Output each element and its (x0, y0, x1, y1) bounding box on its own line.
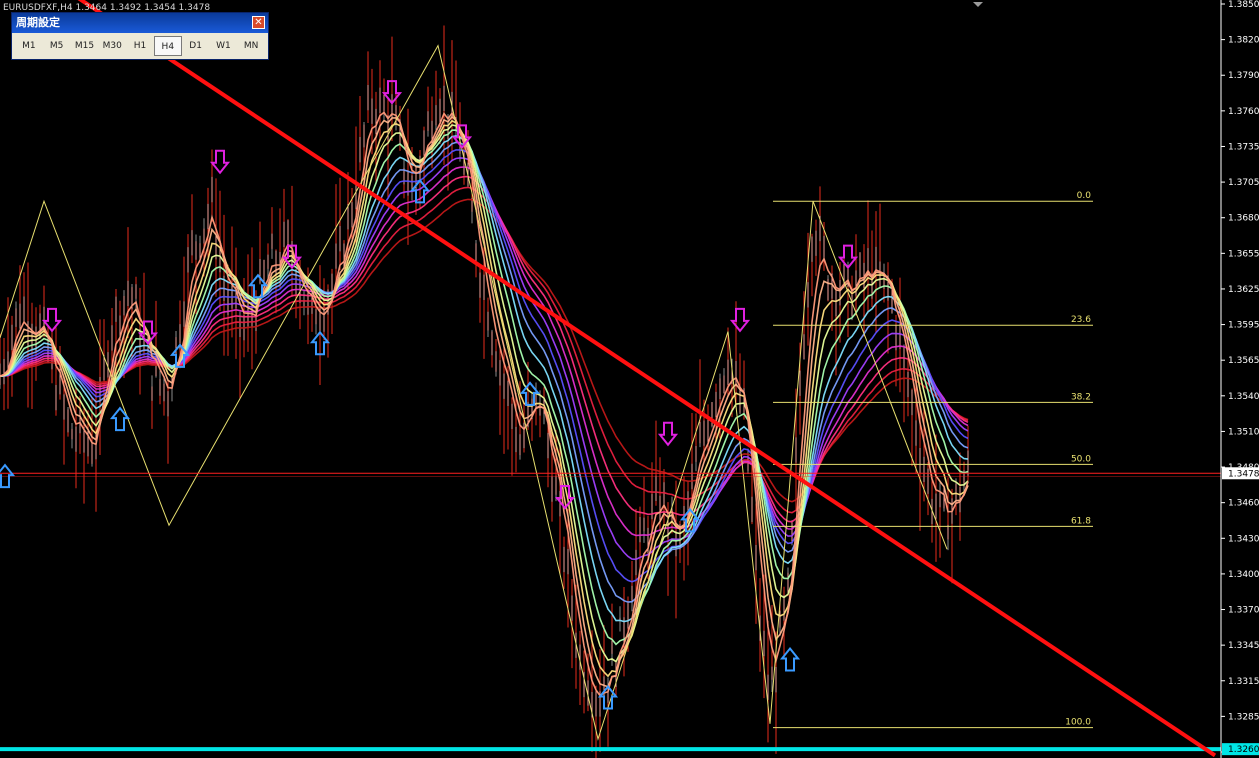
moving-average-line (0, 149, 969, 583)
price-tick-label: 1.3345 (1228, 641, 1259, 651)
price-tick-label: 1.3510 (1228, 427, 1259, 437)
price-tick-label: 1.3430 (1228, 534, 1259, 544)
price-tick-label: 1.3565 (1228, 356, 1259, 366)
price-tick-label: 1.3370 (1228, 606, 1259, 616)
timeframe-button-m15[interactable]: M15 (71, 36, 99, 56)
sell-arrow-icon (657, 421, 679, 447)
trend-line[interactable] (0, 0, 1217, 758)
zigzag-line (0, 44, 948, 741)
price-tick-label: 1.3760 (1228, 107, 1259, 117)
price-tick-label: 1.3850 (1228, 0, 1259, 10)
price-tick-label: 1.3595 (1228, 321, 1259, 331)
timeframe-panel[interactable]: 周期設定 ✕ M1 M5 M15 M30 H1 H4 D1 W1 MN (11, 12, 269, 60)
price-tick-label: 1.3460 (1228, 499, 1259, 509)
timeframe-panel-title[interactable]: 周期設定 ✕ (12, 13, 268, 33)
price-tick-label: 1.3790 (1228, 71, 1259, 81)
timeframe-button-mn[interactable]: MN (237, 36, 265, 56)
timeframe-panel-title-text: 周期設定 (16, 16, 60, 29)
timeframe-button-h1[interactable]: H1 (126, 36, 154, 56)
fibo-level-label: 61.8 (1071, 516, 1091, 526)
timeframe-button-m1[interactable]: M1 (15, 36, 43, 56)
timeframe-button-d1[interactable]: D1 (182, 36, 210, 56)
current-price-label: 1.3478 (1228, 469, 1259, 479)
price-tick-label: 1.3705 (1228, 178, 1259, 188)
fibo-level-label: 50.0 (1071, 454, 1091, 464)
close-icon[interactable]: ✕ (252, 16, 265, 29)
support-price-label: 1.3260 (1228, 745, 1259, 755)
price-tick-label: 1.3400 (1228, 570, 1259, 580)
sell-arrow-icon (729, 307, 751, 333)
timeframe-button-m5[interactable]: M5 (43, 36, 71, 56)
price-tick-label: 1.3655 (1228, 249, 1259, 259)
chart-window[interactable]: 0.0 23.6 38.2 50.0 61.8 100.0 1.3850 1.3820 1.37… (0, 0, 1259, 758)
fibo-level-label: 0.0 (1077, 191, 1092, 201)
moving-average-line (0, 124, 969, 663)
chart-shift-marker-icon[interactable] (973, 2, 983, 7)
fibo-level-label: 38.2 (1071, 392, 1091, 402)
price-chart[interactable]: 0.0 23.6 38.2 50.0 61.8 100.0 1.3850 1.3820 1.37… (0, 0, 1259, 758)
price-tick-label: 1.3540 (1228, 392, 1259, 402)
price-tick-label: 1.3820 (1228, 36, 1259, 46)
timeframe-buttons: M1 M5 M15 M30 H1 H4 D1 W1 MN (12, 33, 268, 56)
timeframe-button-w1[interactable]: W1 (209, 36, 237, 56)
timeframe-button-m30[interactable]: M30 (98, 36, 126, 56)
fibo-level-label: 100.0 (1065, 718, 1091, 728)
price-tick-label: 1.3625 (1228, 285, 1259, 295)
sell-arrow-icon (41, 307, 63, 333)
fibo-level-label: 23.6 (1071, 315, 1091, 325)
price-tick-label: 1.3285 (1228, 712, 1259, 722)
sell-arrow-icon (209, 149, 231, 175)
price-tick-label: 1.3680 (1228, 214, 1259, 224)
timeframe-button-h4[interactable]: H4 (153, 36, 182, 56)
price-tick-label: 1.3735 (1228, 142, 1259, 152)
price-tick-label: 1.3315 (1228, 677, 1259, 687)
